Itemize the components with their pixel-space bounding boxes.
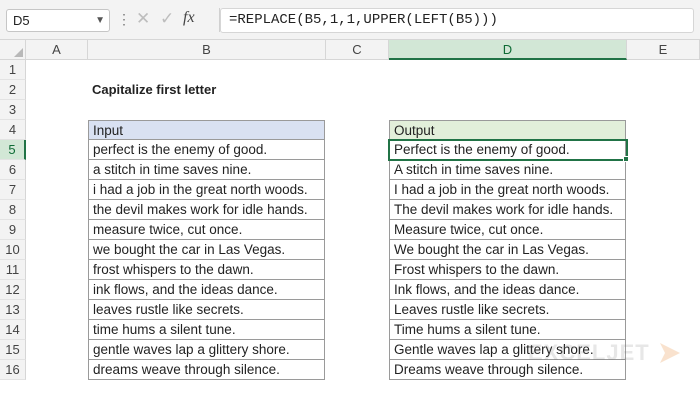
row-header-2[interactable]: 2 — [0, 80, 26, 100]
worksheet-grid: A B C D E 1 2 3 4 5 6 7 8 9 10 11 12 13 … — [0, 40, 700, 400]
input-cell[interactable]: time hums a silent tune. — [88, 320, 325, 340]
input-cell[interactable]: perfect is the enemy of good. — [88, 140, 325, 160]
input-cell[interactable]: measure twice, cut once. — [88, 220, 325, 240]
watermark-logo: EXCELJET — [528, 340, 650, 365]
input-cell[interactable]: gentle waves lap a glittery shore. — [88, 340, 325, 360]
chevron-down-icon[interactable]: ▼ — [95, 10, 105, 31]
enter-icon[interactable]: ✓ — [160, 9, 174, 29]
input-cell[interactable]: leaves rustle like secrets. — [88, 300, 325, 320]
output-cell[interactable]: Perfect is the enemy of good. — [389, 140, 626, 160]
cancel-icon[interactable]: ✕ — [136, 9, 150, 29]
column-header-c[interactable]: C — [326, 40, 389, 60]
input-cell[interactable]: ink flows, and the ideas dance. — [88, 280, 325, 300]
column-header-b[interactable]: B — [88, 40, 326, 60]
sheet-title[interactable]: Capitalize first letter — [92, 82, 216, 97]
output-cell[interactable]: Measure twice, cut once. — [389, 220, 626, 240]
row-header-13[interactable]: 13 — [0, 300, 26, 320]
more-options-icon[interactable]: ⋮ — [117, 11, 131, 28]
row-header-1[interactable]: 1 — [0, 60, 26, 80]
input-cell[interactable]: we bought the car in Las Vegas. — [88, 240, 325, 260]
insert-function-button[interactable]: fx — [183, 9, 195, 27]
name-box[interactable]: D5 ▼ — [6, 9, 110, 32]
input-cell[interactable]: dreams weave through silence. — [88, 360, 325, 380]
output-cell[interactable]: Frost whispers to the dawn. — [389, 260, 626, 280]
input-table: Input perfect is the enemy of good. a st… — [88, 120, 325, 380]
output-cell[interactable]: Leaves rustle like secrets. — [389, 300, 626, 320]
row-header-14[interactable]: 14 — [0, 320, 26, 340]
name-box-value: D5 — [13, 13, 30, 28]
output-cell[interactable]: Time hums a silent tune. — [389, 320, 626, 340]
input-header-cell[interactable]: Input — [88, 120, 325, 140]
output-cell[interactable]: Ink flows, and the ideas dance. — [389, 280, 626, 300]
column-header-a[interactable]: A — [26, 40, 88, 60]
column-header-e[interactable]: E — [627, 40, 700, 60]
row-header-15[interactable]: 15 — [0, 340, 26, 360]
row-header-9[interactable]: 9 — [0, 220, 26, 240]
logo-icon — [660, 343, 680, 363]
input-cell[interactable]: a stitch in time saves nine. — [88, 160, 325, 180]
row-header-5[interactable]: 5 — [0, 140, 26, 160]
row-header-11[interactable]: 11 — [0, 260, 26, 280]
output-cell[interactable]: A stitch in time saves nine. — [389, 160, 626, 180]
input-cell[interactable]: the devil makes work for idle hands. — [88, 200, 325, 220]
row-header-4[interactable]: 4 — [0, 120, 26, 140]
row-header-10[interactable]: 10 — [0, 240, 26, 260]
output-header-cell[interactable]: Output — [389, 120, 626, 140]
fill-handle[interactable] — [623, 156, 629, 162]
input-cell[interactable]: i had a job in the great north woods. — [88, 180, 325, 200]
select-all-button[interactable] — [0, 40, 26, 60]
formula-input[interactable]: =REPLACE(B5,1,1,UPPER(LEFT(B5))) — [220, 8, 694, 33]
row-header-16[interactable]: 16 — [0, 360, 26, 380]
input-cell[interactable]: frost whispers to the dawn. — [88, 260, 325, 280]
column-header-d[interactable]: D — [389, 40, 627, 60]
formula-bar: D5 ▼ ⋮ ✕ ✓ fx =REPLACE(B5,1,1,UPPER(LEFT… — [0, 0, 700, 40]
row-header-8[interactable]: 8 — [0, 200, 26, 220]
output-cell[interactable]: The devil makes work for idle hands. — [389, 200, 626, 220]
row-header-7[interactable]: 7 — [0, 180, 26, 200]
output-cell[interactable]: We bought the car in Las Vegas. — [389, 240, 626, 260]
output-cell[interactable]: I had a job in the great north woods. — [389, 180, 626, 200]
row-header-12[interactable]: 12 — [0, 280, 26, 300]
row-header-3[interactable]: 3 — [0, 100, 26, 120]
row-header-6[interactable]: 6 — [0, 160, 26, 180]
